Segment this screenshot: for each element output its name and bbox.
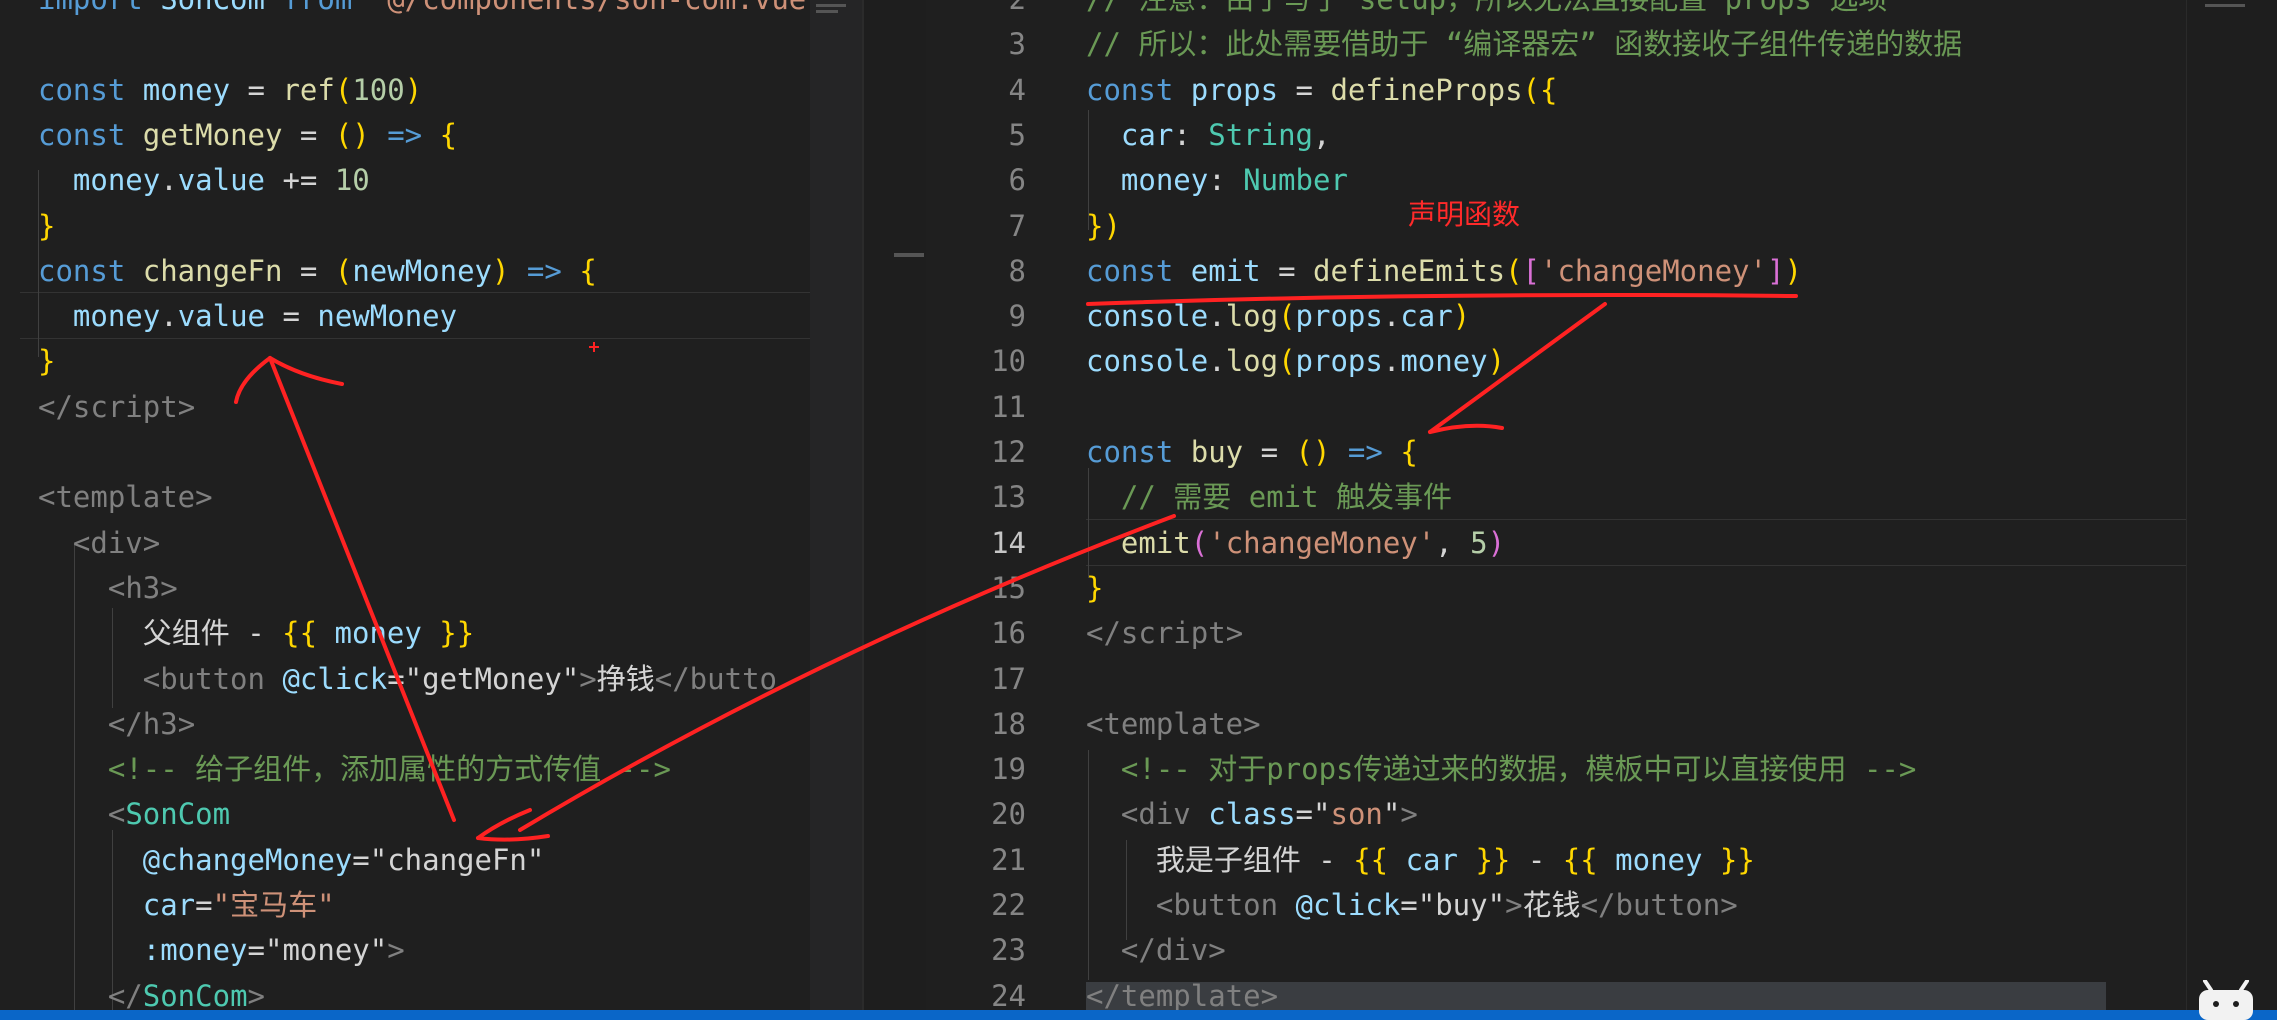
status-bar[interactable]: [0, 1010, 2277, 1020]
annotation-label: 声明函数: [1408, 198, 1521, 231]
arrow-to-buy-stroke: [1428, 302, 1607, 434]
arrow-emit-head-a: [476, 808, 532, 840]
screen: import SonCom from '@/components/son-com…: [0, 0, 2277, 1020]
arrow-to-changefn-head-a: [234, 356, 272, 404]
arrow-emit-to-soncom-stroke: [518, 514, 1176, 832]
arrow-to-changefn-stroke: [268, 356, 456, 822]
hand-drawn-annotation-layer: [234, 293, 1798, 842]
cursor-crosshair: [589, 342, 599, 352]
arrow-to-buy-head: [1428, 423, 1504, 434]
tv-logo-icon: [2199, 980, 2253, 1020]
underline-stroke: [1086, 293, 1798, 306]
arrow-emit-head-b: [476, 834, 550, 842]
